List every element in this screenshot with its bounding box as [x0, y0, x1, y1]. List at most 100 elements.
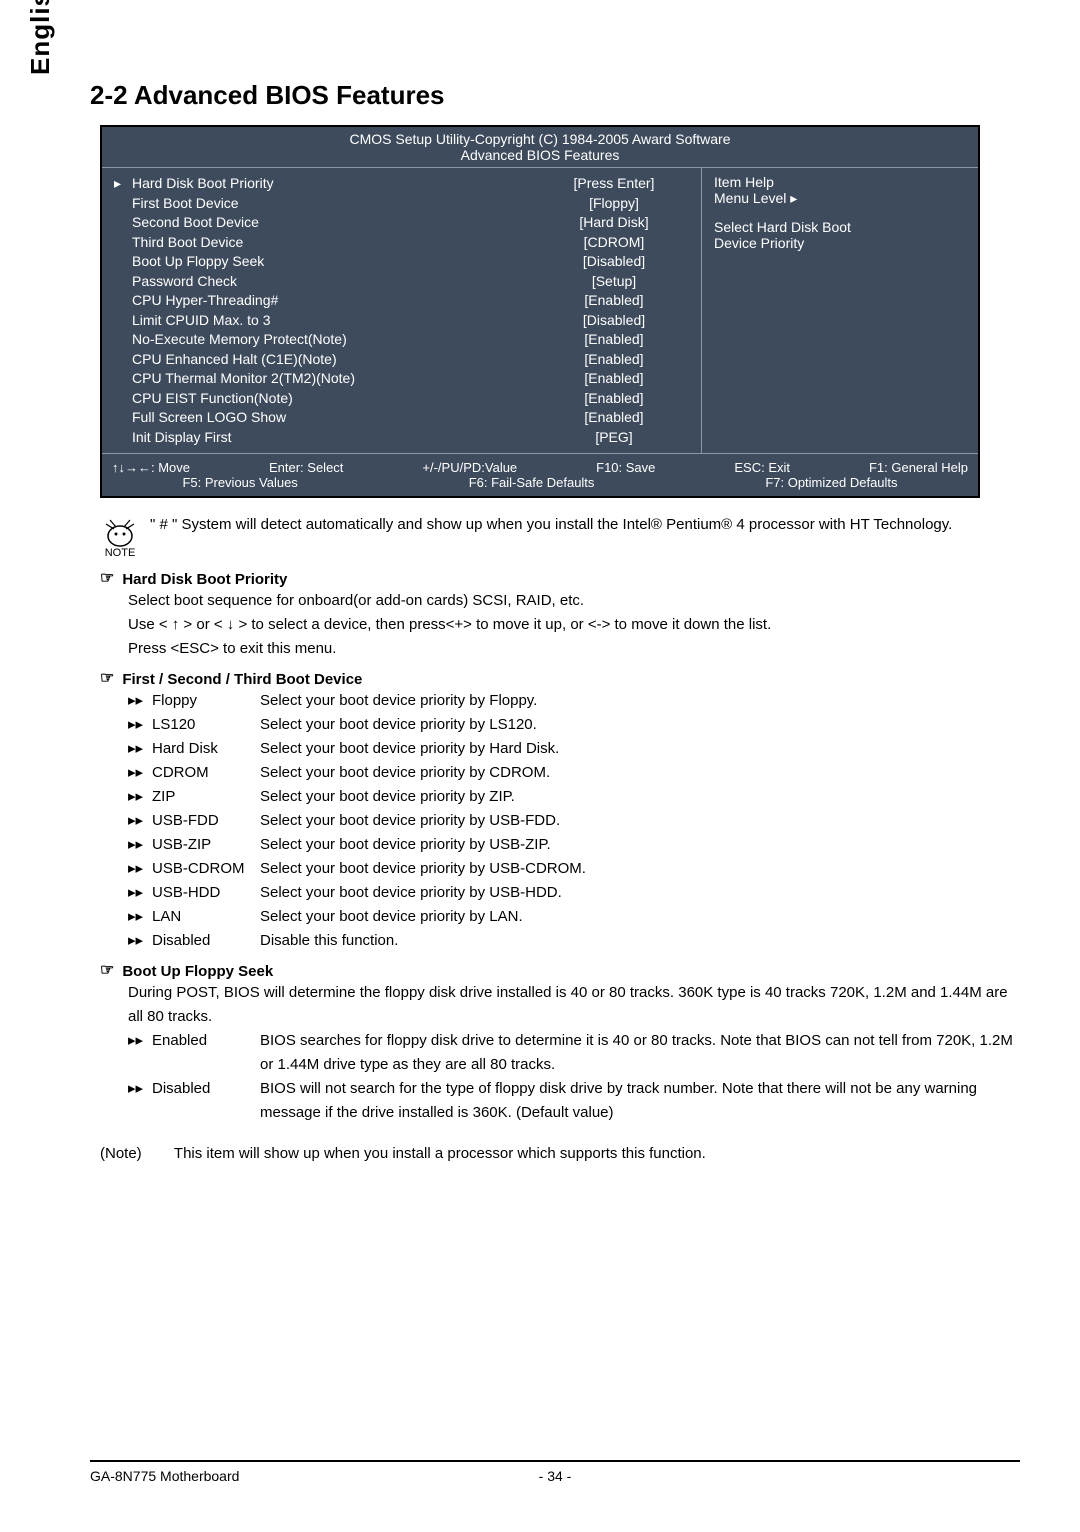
body-text: Select boot sequence for onboard(or add-… — [128, 589, 1020, 613]
pointer-icon — [114, 214, 132, 232]
setting-value: [Enabled] — [539, 351, 689, 369]
body-text: During POST, BIOS will determine the flo… — [128, 981, 1020, 1029]
setting-value: [Enabled] — [539, 390, 689, 408]
option-row: ▸▸ CDROM Select your boot device priority … — [128, 761, 1020, 785]
setting-value: [PEG] — [539, 429, 689, 447]
option-name: Hard Disk — [152, 737, 252, 761]
bios-setting-row: Limit CPUID Max. to 3[Disabled] — [114, 311, 689, 331]
bios-setting-row: Init Display First[PEG] — [114, 428, 689, 448]
pointer-icon — [114, 351, 132, 369]
setting-label: Limit CPUID Max. to 3 — [132, 312, 539, 330]
option-desc: Select your boot device priority by Hard… — [260, 737, 1020, 761]
option-desc: BIOS will not search for the type of flo… — [260, 1077, 1020, 1125]
help-text-line: Select Hard Disk Boot — [714, 219, 966, 235]
setting-label: Password Check — [132, 273, 539, 291]
bullet-icon: ▸▸ — [128, 713, 144, 737]
section-heading: ☞Hard Disk Boot Priority — [100, 569, 1020, 589]
option-row: ▸▸DisabledDisable this function. — [128, 929, 1020, 953]
bios-setting-row: Password Check[Setup] — [114, 272, 689, 292]
pointer-icon — [114, 273, 132, 291]
setting-label: CPU EIST Function(Note) — [132, 390, 539, 408]
setting-value: [Floppy] — [539, 195, 689, 213]
bullet-icon: ▸▸ — [128, 857, 144, 881]
setting-label: Boot Up Floppy Seek — [132, 253, 539, 271]
hint-select: Enter: Select — [269, 460, 343, 475]
hint-exit: ESC: Exit — [734, 460, 790, 475]
help-title: Item Help — [714, 174, 966, 190]
option-row: ▸▸USB-FDDSelect your boot device priorit… — [128, 809, 1020, 833]
option-name: LAN — [152, 905, 252, 929]
setting-label: CPU Hyper-Threading# — [132, 292, 539, 310]
option-desc: Select your boot device priority by USB-… — [260, 833, 1020, 857]
option-row: ▸▸USB-ZIPSelect your boot device priorit… — [128, 833, 1020, 857]
pointer-icon — [114, 253, 132, 271]
setting-label: CPU Thermal Monitor 2(TM2)(Note) — [132, 370, 539, 388]
hint-prev: F5: Previous Values — [182, 475, 297, 490]
footer-model: GA-8N775 Motherboard — [90, 1468, 525, 1484]
option-row: ▸▸DisabledBIOS will not search for the t… — [128, 1077, 1020, 1125]
section-heading: ☞Boot Up Floppy Seek — [100, 961, 1020, 981]
option-row: ▸▸USB-HDDSelect your boot device priorit… — [128, 881, 1020, 905]
bios-header-line2: Advanced BIOS Features — [102, 147, 978, 163]
help-menu-level: Menu Level ▸ — [714, 190, 966, 207]
pointer-icon — [114, 195, 132, 213]
bios-setting-row: Full Screen LOGO Show[Enabled] — [114, 408, 689, 428]
setting-value: [Enabled] — [539, 409, 689, 427]
bullet-icon: ▸▸ — [128, 929, 144, 953]
pointer-icon — [114, 429, 132, 447]
option-desc: BIOS searches for floppy disk drive to d… — [260, 1029, 1020, 1077]
pointer-icon — [114, 292, 132, 310]
option-desc: Select your boot device priority by LAN. — [260, 905, 1020, 929]
setting-value: [Hard Disk] — [539, 214, 689, 232]
bullet-icon: ▸▸ — [128, 881, 144, 905]
hand-icon: ☞ — [100, 960, 114, 980]
bios-setting-row: Boot Up Floppy Seek[Disabled] — [114, 252, 689, 272]
option-desc: Select your boot device priority by CDRO… — [260, 761, 1020, 785]
option-name: Enabled — [152, 1029, 252, 1077]
option-desc: Select your boot device priority by USB-… — [260, 809, 1020, 833]
page-footer: GA-8N775 Motherboard - 34 - — [90, 1460, 1020, 1484]
pointer-icon — [114, 370, 132, 388]
setting-label: Init Display First — [132, 429, 539, 447]
bios-setting-row: CPU EIST Function(Note)[Enabled] — [114, 389, 689, 409]
section-heading: ☞First / Second / Third Boot Device — [100, 669, 1020, 689]
option-desc: Disable this function. — [260, 929, 1020, 953]
option-name: CDROM — [152, 761, 252, 785]
bullet-icon: ▸▸ — [128, 737, 144, 761]
setting-label: Full Screen LOGO Show — [132, 409, 539, 427]
section-title: 2-2 Advanced BIOS Features — [90, 80, 1020, 111]
setting-label: First Boot Device — [132, 195, 539, 213]
setting-label: Second Boot Device — [132, 214, 539, 232]
bullet-icon: ▸▸ — [128, 785, 144, 809]
bios-screen: CMOS Setup Utility-Copyright (C) 1984-20… — [100, 125, 980, 498]
setting-value: [Disabled] — [539, 253, 689, 271]
bullet-icon: ▸▸ — [128, 761, 144, 785]
option-row: ▸▸EnabledBIOS searches for floppy disk d… — [128, 1029, 1020, 1077]
pointer-icon — [114, 331, 132, 349]
pointer-icon — [114, 312, 132, 330]
hint-failsafe: F6: Fail-Safe Defaults — [469, 475, 595, 490]
bios-help-panel: Item Help Menu Level ▸ Select Hard Disk … — [702, 168, 978, 453]
bullet-icon: ▸▸ — [128, 809, 144, 833]
bios-setting-row: CPU Hyper-Threading#[Enabled] — [114, 291, 689, 311]
pointer-icon — [114, 409, 132, 427]
option-name: ZIP — [152, 785, 252, 809]
option-name: Disabled — [152, 1077, 252, 1125]
setting-value: [Disabled] — [539, 312, 689, 330]
bios-settings-panel: ▸Hard Disk Boot Priority[Press Enter]Fir… — [102, 168, 702, 453]
setting-value: [Enabled] — [539, 331, 689, 349]
hint-save: F10: Save — [596, 460, 655, 475]
bios-setting-row: First Boot Device[Floppy] — [114, 194, 689, 214]
option-row: ▸▸ LAN Select your boot device priority by… — [128, 905, 1020, 929]
bullet-icon: ▸▸ — [128, 689, 144, 713]
setting-value: [Enabled] — [539, 370, 689, 388]
setting-value: [Enabled] — [539, 292, 689, 310]
option-desc: Select your boot device priority by USB-… — [260, 857, 1020, 881]
bios-setting-row: CPU Enhanced Halt (C1E)(Note)[Enabled] — [114, 350, 689, 370]
note-text: " # " System will detect automatically a… — [150, 516, 952, 533]
setting-label: No-Execute Memory Protect(Note) — [132, 331, 539, 349]
footer-page-number: - 34 - — [525, 1468, 585, 1484]
option-name: USB-HDD — [152, 881, 252, 905]
bullet-icon: ▸▸ — [128, 905, 144, 929]
option-name: LS120 — [152, 713, 252, 737]
